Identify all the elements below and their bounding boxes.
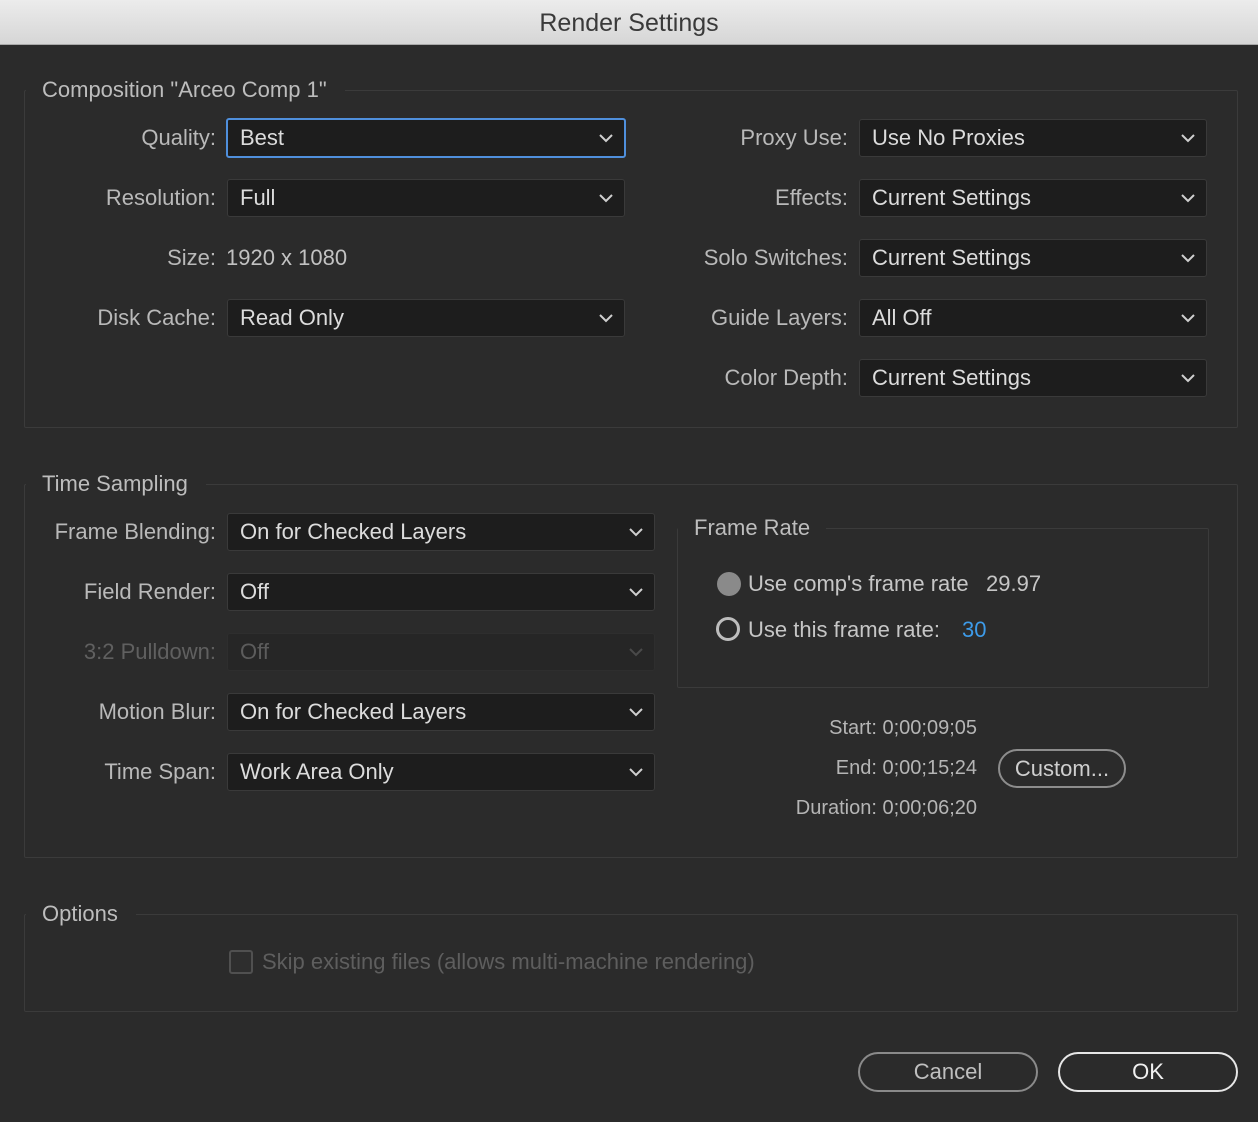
time-sampling-legend: Time Sampling xyxy=(26,469,206,499)
start-label: Start: xyxy=(829,717,877,739)
skip-existing-files-checkbox xyxy=(229,950,253,974)
field-render-label: Field Render: xyxy=(83,579,216,604)
disk-cache-dropdown[interactable]: Read Only xyxy=(227,299,625,337)
start-value: 0;00;09;05 xyxy=(882,717,977,739)
resolution-value: Full xyxy=(240,185,276,210)
resolution-dropdown[interactable]: Full xyxy=(227,179,625,217)
frame-blending-label: Frame Blending: xyxy=(54,519,216,544)
guide-layers-value: All Off xyxy=(872,305,932,330)
this-frame-rate-value[interactable]: 30 xyxy=(962,611,986,649)
custom-button[interactable]: Custom... xyxy=(998,749,1126,788)
solo-switches-value: Current Settings xyxy=(872,245,1031,270)
chevron-down-icon xyxy=(599,314,613,323)
time-span-value: Work Area Only xyxy=(240,759,394,784)
proxy-use-value: Use No Proxies xyxy=(872,125,1025,150)
duration-readout: Duration: 0;00;06;20 xyxy=(796,789,977,827)
use-comp-frame-rate-radio[interactable] xyxy=(717,572,741,596)
start-readout: Start: 0;00;09;05 xyxy=(829,709,977,747)
pulldown-label: 3:2 Pulldown: xyxy=(83,639,216,664)
end-label: End: xyxy=(835,757,877,779)
time-span-dropdown[interactable]: Work Area Only xyxy=(227,753,655,791)
guide-layers-label: Guide Layers: xyxy=(711,305,848,330)
duration-value: 0;00;06;20 xyxy=(882,797,977,819)
frame-rate-panel xyxy=(677,528,1209,688)
chevron-down-icon xyxy=(1181,134,1195,143)
ok-button[interactable]: OK xyxy=(1058,1052,1238,1092)
chevron-down-icon xyxy=(629,768,643,777)
motion-blur-value: On for Checked Layers xyxy=(240,699,467,724)
chevron-down-icon xyxy=(629,708,643,717)
duration-label: Duration: xyxy=(795,797,877,819)
motion-blur-label: Motion Blur: xyxy=(98,699,216,724)
chevron-down-icon xyxy=(1181,374,1195,383)
disk-cache-label: Disk Cache: xyxy=(97,305,216,330)
frame-blending-value: On for Checked Layers xyxy=(240,519,467,544)
frame-rate-legend: Frame Rate xyxy=(678,513,827,543)
resolution-label: Resolution: xyxy=(105,185,216,210)
color-depth-label: Color Depth: xyxy=(724,365,848,390)
end-readout: End: 0;00;15;24 xyxy=(836,749,977,787)
field-render-value: Off xyxy=(240,579,269,604)
chevron-down-icon xyxy=(1181,254,1195,263)
solo-switches-label: Solo Switches: xyxy=(703,245,848,270)
size-label: Size: xyxy=(167,245,216,270)
chevron-down-icon xyxy=(629,528,643,537)
frame-blending-dropdown[interactable]: On for Checked Layers xyxy=(227,513,655,551)
effects-dropdown[interactable]: Current Settings xyxy=(859,179,1207,217)
motion-blur-dropdown[interactable]: On for Checked Layers xyxy=(227,693,655,731)
chevron-down-icon xyxy=(1181,194,1195,203)
pulldown-value: Off xyxy=(240,639,269,664)
composition-legend: Composition "Arceo Comp 1" xyxy=(26,75,345,105)
chevron-down-icon xyxy=(599,194,613,203)
chevron-down-icon xyxy=(1181,314,1195,323)
chevron-down-icon xyxy=(629,648,643,657)
size-value: 1920 x 1080 xyxy=(226,245,348,270)
pulldown-dropdown: Off xyxy=(227,633,655,671)
solo-switches-dropdown[interactable]: Current Settings xyxy=(859,239,1207,277)
proxy-use-dropdown[interactable]: Use No Proxies xyxy=(859,119,1207,157)
use-comp-frame-rate-label[interactable]: Use comp's frame rate xyxy=(748,565,969,603)
skip-existing-files-label: Skip existing files (allows multi-machin… xyxy=(262,949,755,974)
comp-frame-rate-value: 29.97 xyxy=(986,571,1042,596)
chevron-down-icon xyxy=(599,134,613,143)
cancel-button[interactable]: Cancel xyxy=(858,1052,1038,1092)
time-span-label: Time Span: xyxy=(104,759,216,784)
effects-label: Effects: xyxy=(775,185,848,210)
proxy-use-label: Proxy Use: xyxy=(740,125,848,150)
options-legend: Options xyxy=(26,899,136,929)
color-depth-dropdown[interactable]: Current Settings xyxy=(859,359,1207,397)
guide-layers-dropdown[interactable]: All Off xyxy=(859,299,1207,337)
effects-value: Current Settings xyxy=(872,185,1031,210)
quality-value: Best xyxy=(240,125,285,150)
color-depth-value: Current Settings xyxy=(872,365,1031,390)
chevron-down-icon xyxy=(629,588,643,597)
use-this-frame-rate-label[interactable]: Use this frame rate: xyxy=(748,611,940,649)
quality-label: Quality: xyxy=(141,125,216,150)
field-render-dropdown[interactable]: Off xyxy=(227,573,655,611)
window-title: Render Settings xyxy=(0,0,1258,45)
use-this-frame-rate-radio[interactable] xyxy=(716,617,740,641)
quality-dropdown[interactable]: Best xyxy=(226,118,626,158)
disk-cache-value: Read Only xyxy=(240,305,344,330)
end-value: 0;00;15;24 xyxy=(882,757,977,779)
